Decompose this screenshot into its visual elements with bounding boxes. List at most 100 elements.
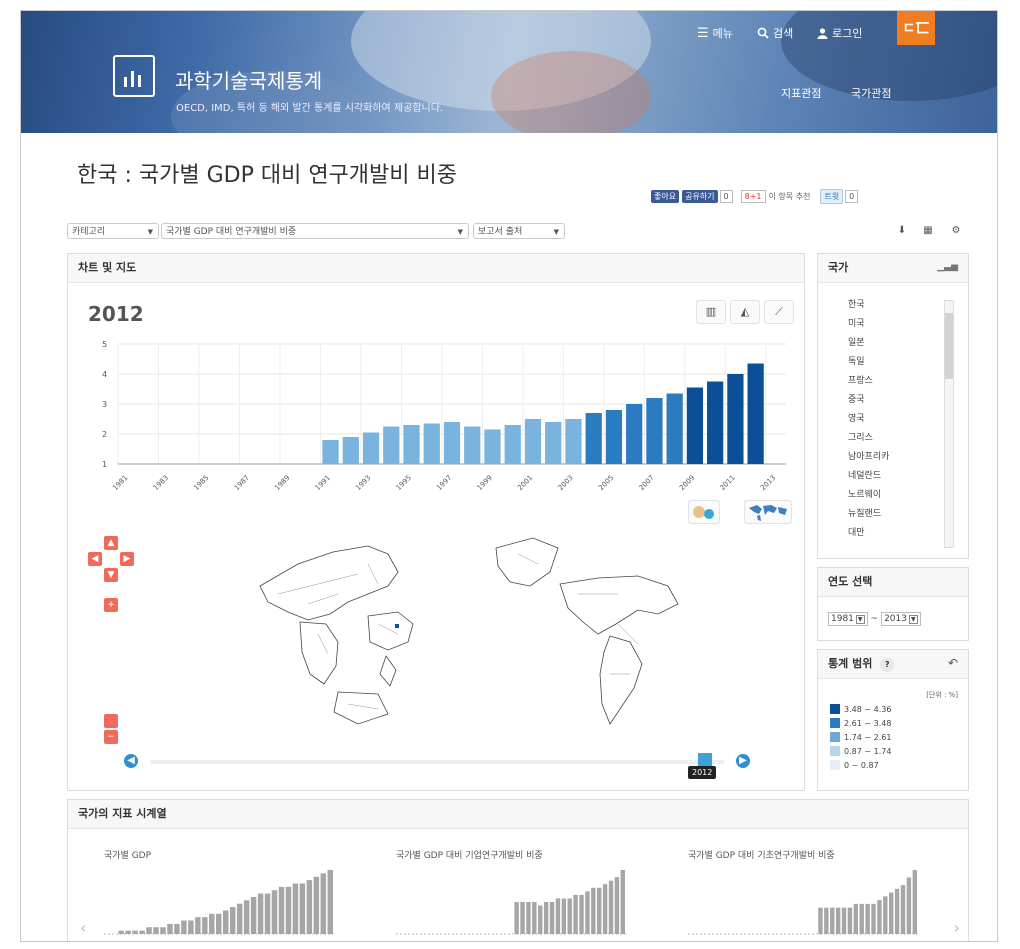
year-to-select[interactable]: 2013 ▼ bbox=[881, 612, 921, 626]
legend-row: 2.61 ~ 3.48 bbox=[830, 716, 891, 730]
bar[interactable] bbox=[342, 437, 359, 464]
signal-bars-icon: ▁▃▅ bbox=[937, 262, 958, 272]
country-item[interactable]: 한국 bbox=[818, 296, 958, 315]
slider-year-tooltip: 2012 bbox=[688, 766, 717, 779]
year-from-select[interactable]: 1981 ▼ bbox=[828, 612, 868, 626]
pan-down-button[interactable]: ▼ bbox=[104, 568, 118, 582]
country-item[interactable]: 미국 bbox=[818, 315, 958, 334]
settings-gear-icon[interactable]: ⚙ bbox=[949, 225, 963, 239]
menu-button[interactable]: ☰ 메뉴 bbox=[697, 25, 733, 41]
bar[interactable] bbox=[504, 425, 521, 464]
facebook-like-button[interactable]: 좋아요 bbox=[651, 189, 680, 203]
page-frame: 과학기술국제통계 OECD, IMD, 특허 등 해외 발간 통계를 시각화하여… bbox=[20, 10, 998, 942]
bar[interactable] bbox=[484, 429, 501, 465]
bar[interactable] bbox=[524, 419, 542, 464]
facebook-count: 0 bbox=[719, 189, 733, 203]
country-list-scrollbar[interactable] bbox=[944, 300, 954, 548]
country-item[interactable]: 일본 bbox=[818, 334, 958, 353]
bar[interactable] bbox=[626, 404, 643, 464]
bar[interactable] bbox=[747, 363, 764, 465]
mini-charts bbox=[104, 870, 918, 935]
bar[interactable] bbox=[646, 398, 663, 464]
country-item[interactable]: 영국 bbox=[818, 410, 958, 429]
country-item[interactable]: 남아프리카 bbox=[818, 448, 958, 467]
bar[interactable] bbox=[707, 381, 724, 465]
tweet-button[interactable]: 트윗 bbox=[820, 188, 844, 204]
legend-row: 1.74 ~ 2.61 bbox=[830, 730, 891, 744]
time-slider-track[interactable] bbox=[150, 760, 724, 764]
table-icon[interactable]: ▦ bbox=[921, 225, 935, 239]
facebook-share-button[interactable]: 공유하기 bbox=[682, 189, 718, 203]
zoom-out-button[interactable]: − bbox=[104, 730, 118, 744]
mini-bar bbox=[257, 893, 264, 934]
brand-logo[interactable]: ㄷ匸 bbox=[897, 11, 935, 45]
nav-country-view[interactable]: 국가관점 bbox=[851, 85, 891, 101]
bar[interactable] bbox=[423, 423, 440, 465]
country-item[interactable]: 프랑스 bbox=[818, 372, 958, 391]
mini-bar bbox=[835, 907, 841, 934]
country-item[interactable]: 네덜란드 bbox=[818, 467, 958, 486]
stat-range-panel: 통계 범위 ? ↶ [단위 : %] 3.48 ~ 4.36 2.61 ~ 3.4… bbox=[817, 649, 969, 791]
search-button[interactable]: 검색 bbox=[757, 25, 793, 41]
prev-chevron-icon[interactable]: ‹ bbox=[80, 918, 86, 937]
mini-bar bbox=[125, 930, 131, 934]
site-title[interactable]: 과학기술국제통계 bbox=[175, 65, 322, 94]
mini-bar bbox=[889, 892, 894, 934]
bar[interactable] bbox=[403, 425, 420, 464]
bar[interactable] bbox=[686, 387, 704, 465]
country-item[interactable]: 뉴질랜드 bbox=[818, 505, 958, 524]
range-panel-title: 통계 범위 ? bbox=[818, 650, 968, 679]
bubble-map-button[interactable] bbox=[688, 500, 720, 524]
undo-icon[interactable]: ↶ bbox=[948, 656, 958, 670]
choropleth-map-button[interactable] bbox=[744, 500, 792, 524]
mini-bar bbox=[320, 873, 327, 934]
logo-icon[interactable] bbox=[113, 55, 155, 97]
mini-bar bbox=[520, 902, 525, 934]
country-item[interactable]: 대만 bbox=[818, 524, 958, 543]
gplus-button[interactable]: 8+1 bbox=[740, 189, 766, 203]
pan-right-button[interactable]: ▶ bbox=[120, 552, 134, 566]
line-chart-icon[interactable]: ⟋ bbox=[764, 300, 794, 324]
bar[interactable] bbox=[464, 426, 481, 465]
y-tick-label: 4 bbox=[102, 370, 107, 379]
bar[interactable] bbox=[322, 440, 339, 464]
bar[interactable] bbox=[545, 422, 562, 464]
zoom-level-button[interactable] bbox=[104, 714, 118, 728]
area-chart-icon[interactable]: ◭ bbox=[730, 300, 760, 324]
mini-bar bbox=[853, 903, 859, 934]
indicator-select[interactable]: 국가별 GDP 대비 연구개발비 비중 ▼ bbox=[161, 223, 469, 239]
bar[interactable] bbox=[605, 410, 623, 464]
bar[interactable] bbox=[666, 393, 683, 465]
x-tick-label: 2009 bbox=[678, 474, 696, 492]
bar[interactable] bbox=[565, 419, 582, 464]
nav-indicator-view[interactable]: 지표관점 bbox=[781, 85, 821, 101]
zoom-in-button[interactable]: + bbox=[104, 598, 118, 612]
country-item[interactable]: 노르웨이 bbox=[818, 486, 958, 505]
category-select[interactable]: 카테고리 ▼ bbox=[67, 223, 159, 239]
download-icon[interactable]: ⬇ bbox=[895, 225, 909, 239]
bar[interactable] bbox=[443, 422, 461, 464]
source-select[interactable]: 보고서 출처 ▼ bbox=[473, 223, 565, 239]
world-map bbox=[259, 537, 679, 725]
login-button[interactable]: 로그인 bbox=[817, 25, 862, 41]
bar[interactable] bbox=[585, 413, 602, 464]
next-chevron-icon[interactable]: › bbox=[954, 918, 960, 937]
country-item[interactable]: 그리스 bbox=[818, 429, 958, 448]
mini-bar bbox=[264, 893, 271, 934]
country-item[interactable]: 중국 bbox=[818, 391, 958, 410]
bar-chart-icon[interactable]: ▥ bbox=[696, 300, 726, 324]
bar[interactable] bbox=[727, 374, 744, 464]
slider-next-icon[interactable]: ▶ bbox=[736, 754, 750, 768]
country-item[interactable]: 독일 bbox=[818, 353, 958, 372]
mini-bar bbox=[859, 903, 864, 934]
bar[interactable] bbox=[362, 432, 380, 465]
time-slider-handle[interactable] bbox=[698, 753, 712, 767]
bar[interactable] bbox=[383, 426, 400, 465]
search-icon bbox=[757, 27, 769, 39]
gplus-text: 이 항목 추천 bbox=[768, 191, 811, 201]
pan-left-button[interactable]: ◀ bbox=[88, 552, 102, 566]
mini-bar bbox=[877, 900, 882, 934]
pan-up-button[interactable]: ▲ bbox=[104, 536, 118, 550]
slider-prev-icon[interactable]: ◀ bbox=[124, 754, 138, 768]
help-icon[interactable]: ? bbox=[880, 658, 895, 672]
